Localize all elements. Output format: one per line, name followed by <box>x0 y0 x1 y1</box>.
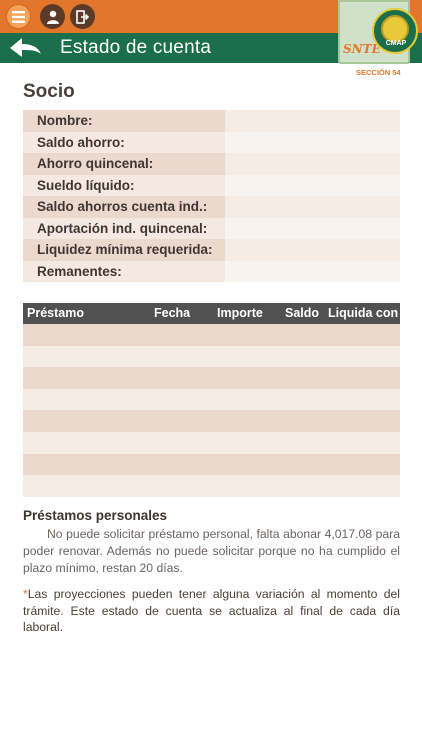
socio-row: Remanentes: <box>23 260 400 282</box>
table-row <box>23 388 400 411</box>
socio-row: Ahorro quincenal: <box>23 153 400 175</box>
menu-icon <box>12 10 25 23</box>
table-row <box>23 367 400 389</box>
socio-row: Nombre: <box>23 110 400 132</box>
socio-value <box>225 196 400 218</box>
user-icon <box>46 10 59 24</box>
socio-label: Saldo ahorros cuenta ind.: <box>23 196 225 218</box>
socio-value <box>225 239 400 261</box>
personal-loans-title: Préstamos personales <box>23 508 168 523</box>
col-importe: Importe <box>217 306 263 320</box>
logo-brand: SNTE <box>343 42 381 56</box>
socio-row: Saldo ahorro: <box>23 131 400 153</box>
socio-title: Socio <box>23 81 75 102</box>
section-label: SECCIÓN 54 <box>356 68 401 77</box>
socio-value <box>225 153 400 175</box>
socio-row: Sueldo líquido: <box>23 174 400 196</box>
socio-label: Remanentes: <box>23 260 225 282</box>
socio-label: Ahorro quincenal: <box>23 153 225 175</box>
table-row <box>23 475 400 497</box>
snte-logo: SNTE CMAP SECCIÓN 54 <box>338 0 422 78</box>
table-row <box>23 324 400 346</box>
socio-row: Aportación ind. quincenal: <box>23 217 400 239</box>
col-liquida-con: Liquida con <box>328 306 399 320</box>
seal-text: CMAP <box>385 40 407 47</box>
socio-label: Nombre: <box>23 110 225 132</box>
loans-table-header: Préstamo Fecha Importe Saldo Liquida con <box>23 303 400 324</box>
seal-emblem <box>381 15 409 43</box>
logout-button[interactable] <box>70 4 95 29</box>
profile-button[interactable] <box>40 4 65 29</box>
table-row <box>23 431 400 454</box>
note-text: Las proyecciones pueden tener alguna var… <box>23 587 400 634</box>
cmap-seal: CMAP <box>372 8 418 54</box>
socio-label: Aportación ind. quincenal: <box>23 217 225 239</box>
page-title: Estado de cuenta <box>60 37 212 58</box>
personal-loans-message: No puede solicitar préstamo personal, fa… <box>23 527 400 575</box>
socio-value <box>225 131 400 153</box>
col-fecha: Fecha <box>154 306 191 320</box>
socio-value <box>225 110 400 132</box>
col-saldo: Saldo <box>285 306 320 320</box>
socio-value <box>225 174 400 196</box>
socio-label: Saldo ahorro: <box>23 131 225 153</box>
table-row <box>23 453 400 476</box>
col-prestamo: Préstamo <box>27 306 84 320</box>
disclaimer-note: *Las proyecciones pueden tener alguna va… <box>23 586 400 636</box>
table-row <box>23 410 400 432</box>
back-arrow-icon[interactable] <box>10 38 42 58</box>
loans-table: Préstamo Fecha Importe Saldo Liquida con <box>23 303 400 497</box>
socio-value <box>225 260 400 282</box>
socio-row: Saldo ahorros cuenta ind.: <box>23 196 400 218</box>
socio-label: Liquidez mínima requerida: <box>23 239 225 261</box>
menu-button[interactable] <box>6 4 31 29</box>
socio-label: Sueldo líquido: <box>23 174 225 196</box>
table-row <box>23 345 400 368</box>
socio-value <box>225 217 400 239</box>
socio-row: Liquidez mínima requerida: <box>23 239 400 261</box>
logout-icon <box>75 9 89 24</box>
socio-table: Nombre: Saldo ahorro: Ahorro quincenal: … <box>23 110 400 282</box>
